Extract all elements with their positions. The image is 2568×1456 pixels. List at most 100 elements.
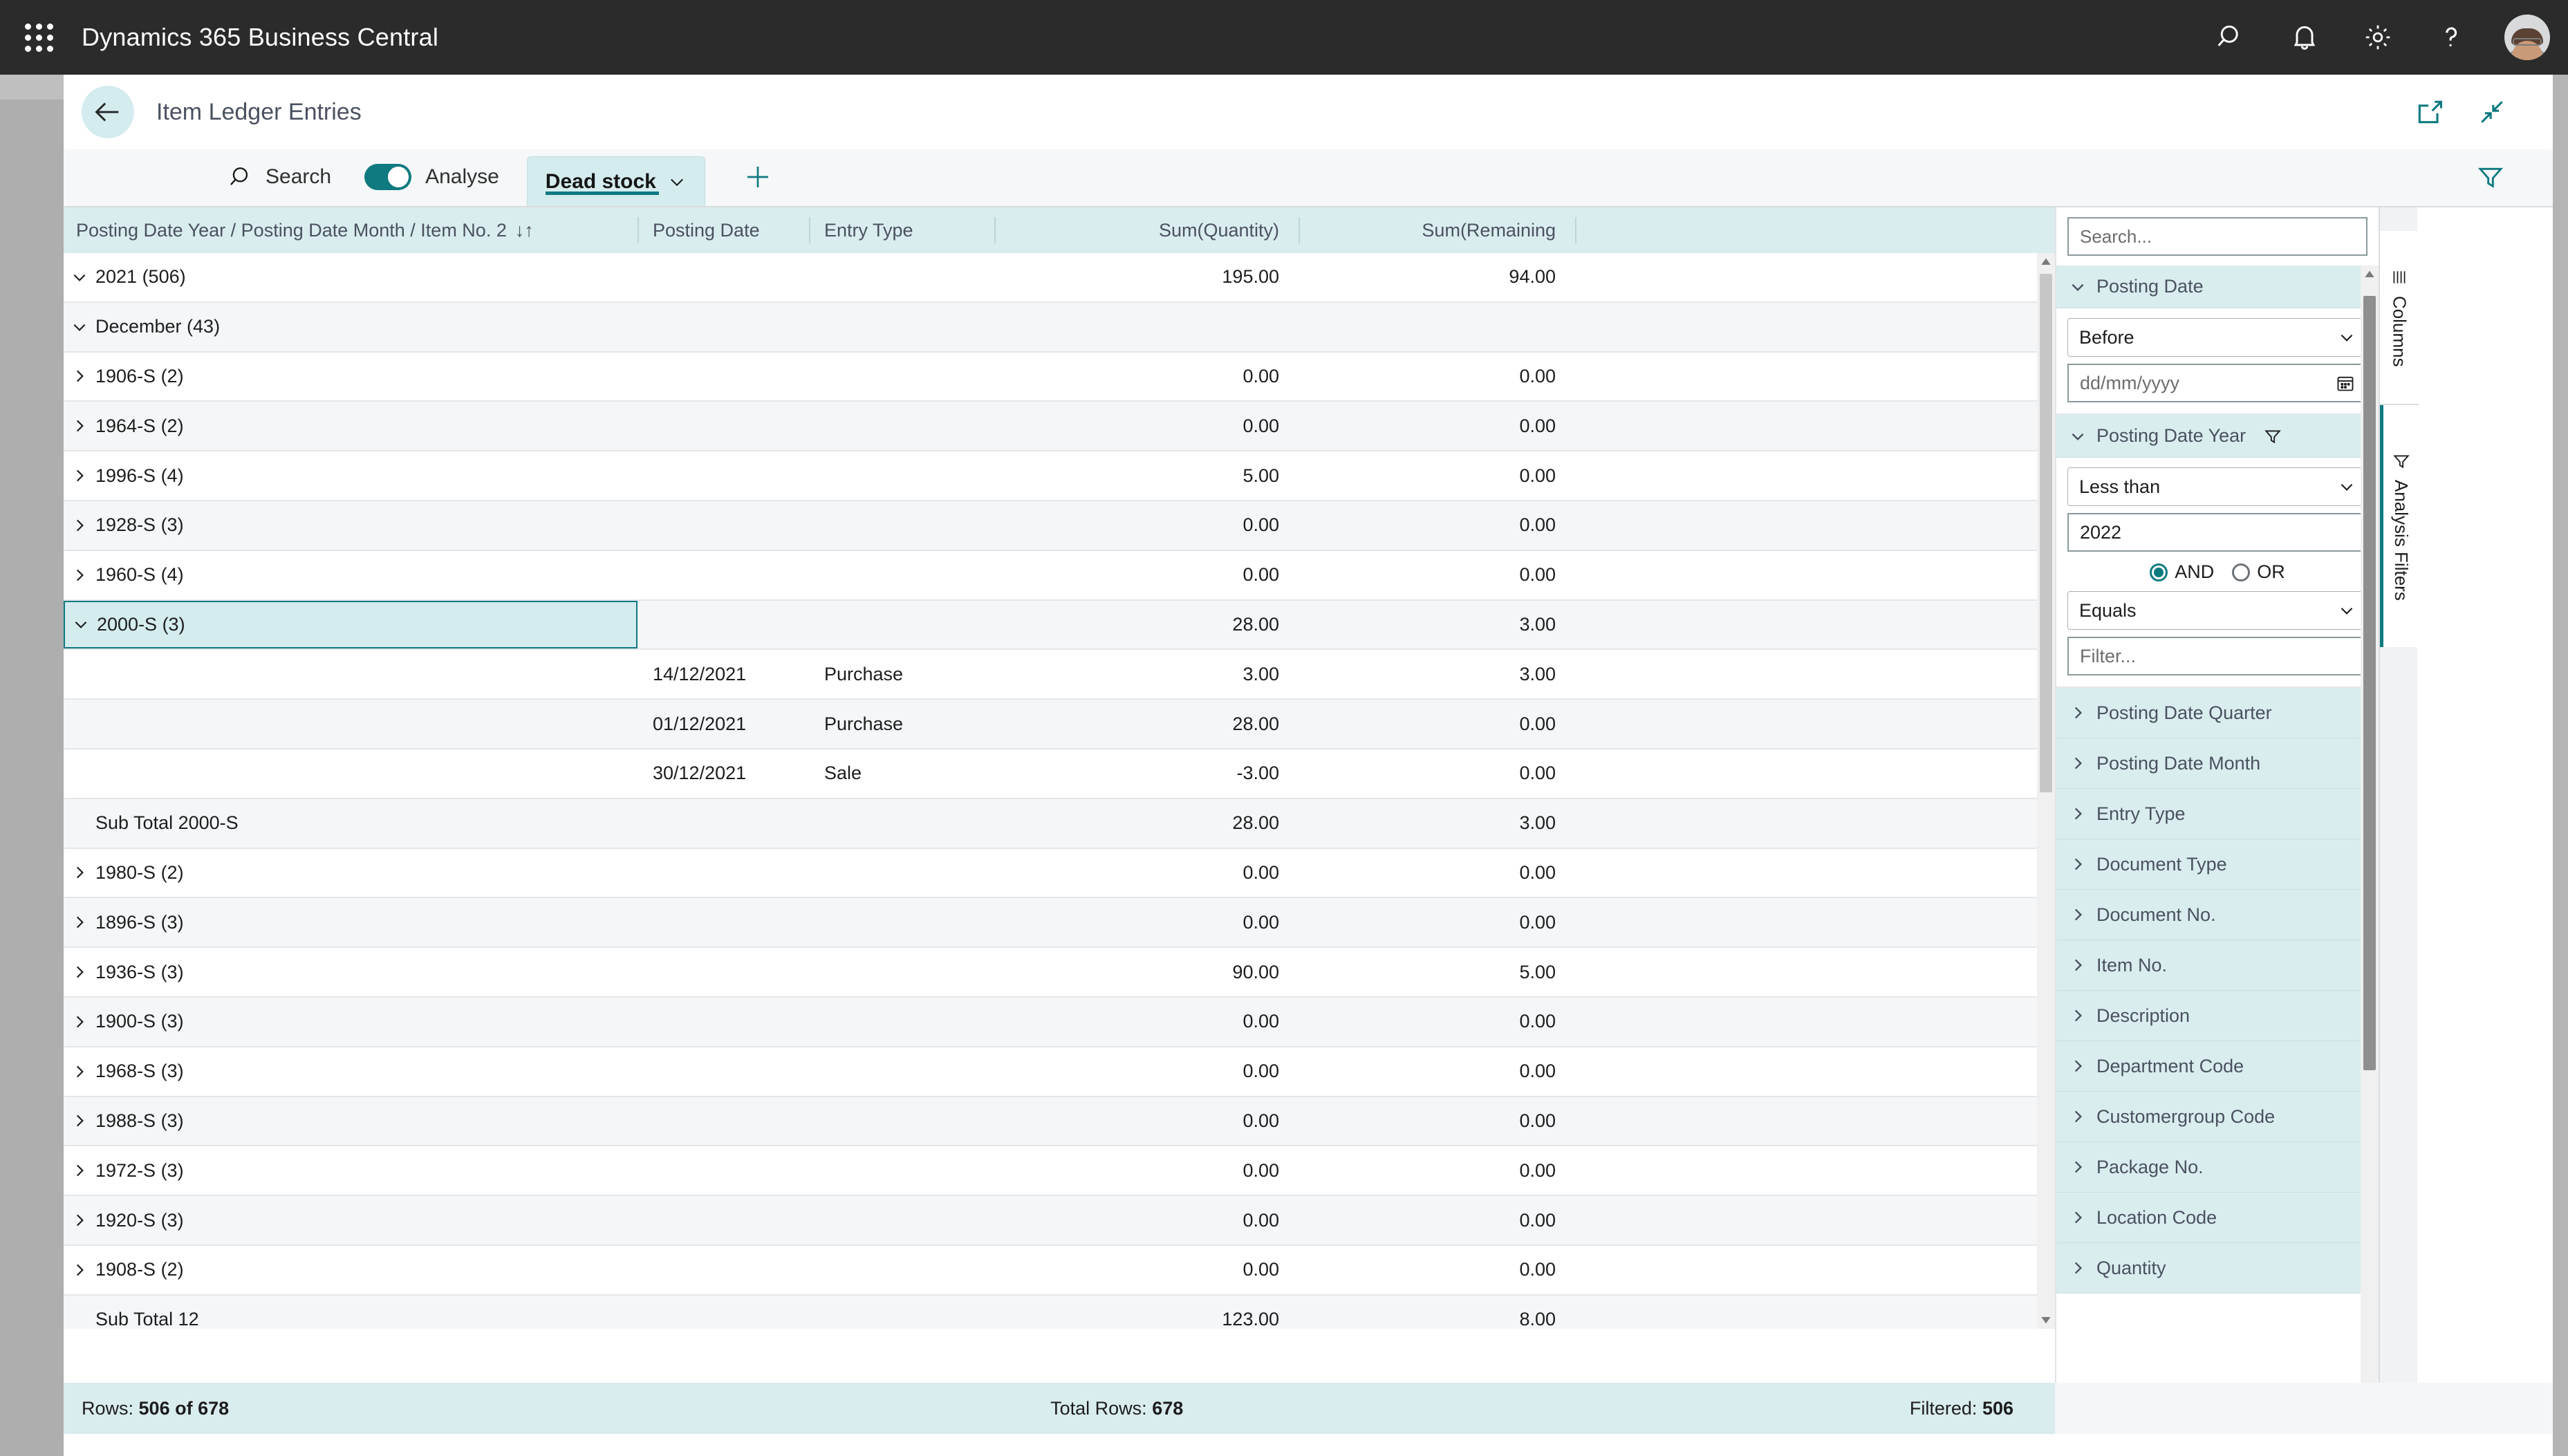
row-expand-chevron-icon[interactable] <box>64 467 95 485</box>
posting-date-year-filter-input[interactable]: Filter... <box>2067 637 2367 675</box>
add-tab-button[interactable] <box>737 148 779 206</box>
cell-group[interactable]: 1908-S (2) <box>64 1246 638 1294</box>
calendar-icon[interactable] <box>2336 373 2355 393</box>
column-header-group[interactable]: Posting Date Year / Posting Date Month /… <box>64 207 638 253</box>
tab-dead-stock[interactable]: Dead stock <box>526 156 705 206</box>
table-row[interactable]: 14/12/2021 Purchase 3.00 3.00 <box>64 650 2055 700</box>
filter-item-entry-type[interactable]: Entry Type <box>2056 789 2379 839</box>
filter-item-package-no[interactable]: Package No. <box>2056 1142 2379 1193</box>
cell-group[interactable]: 1960-S (4) <box>64 551 638 599</box>
cell-group[interactable]: 2000-S (3) <box>64 600 638 649</box>
filter-item-document-type[interactable]: Document Type <box>2056 839 2379 890</box>
table-row[interactable]: Sub Total 2000-S 28.00 3.00 <box>64 799 2055 849</box>
cell-group[interactable]: Sub Total 2000-S <box>64 799 638 848</box>
table-row[interactable]: 30/12/2021 Sale -3.00 0.00 <box>64 749 2055 799</box>
row-expand-chevron-icon[interactable] <box>64 367 95 385</box>
filter-pane-scrollbar[interactable] <box>2361 265 2379 1410</box>
cell-group[interactable]: 1896-S (3) <box>64 898 638 946</box>
cell-group[interactable]: 2021 (506) <box>64 253 638 301</box>
back-arrow-icon[interactable] <box>82 86 134 138</box>
table-row[interactable]: 1964-S (2) 0.00 0.00 <box>64 402 2055 452</box>
row-expand-chevron-icon[interactable] <box>64 516 95 534</box>
cell-group[interactable] <box>64 700 638 748</box>
posting-date-operator-select[interactable]: Before <box>2067 318 2367 357</box>
row-expand-chevron-icon[interactable] <box>64 417 95 435</box>
row-expand-chevron-icon[interactable] <box>64 268 95 286</box>
table-row[interactable]: 1928-S (3) 0.00 0.00 <box>64 501 2055 551</box>
avatar[interactable] <box>2504 15 2550 60</box>
search-icon[interactable] <box>2195 0 2268 75</box>
row-expand-chevron-icon[interactable] <box>64 1013 95 1031</box>
cell-group[interactable] <box>64 650 638 698</box>
filter-item-customergroup-code[interactable]: Customergroup Code <box>2056 1092 2379 1142</box>
row-expand-chevron-icon[interactable] <box>64 913 95 931</box>
chevron-down-icon[interactable] <box>667 172 687 192</box>
row-expand-chevron-icon[interactable] <box>64 566 95 584</box>
row-expand-chevron-icon[interactable] <box>64 1261 95 1279</box>
cell-group[interactable] <box>64 749 638 798</box>
collapse-view-icon[interactable] <box>2473 93 2511 131</box>
cell-group[interactable]: December (43) <box>64 303 638 351</box>
table-row[interactable]: 1960-S (4) 0.00 0.00 <box>64 550 2055 601</box>
gear-icon[interactable] <box>2341 0 2415 75</box>
analyse-toggle[interactable] <box>364 164 412 190</box>
open-in-new-window-icon[interactable] <box>2410 93 2449 131</box>
filter-group-posting-date[interactable]: Posting Date <box>2056 265 2379 308</box>
table-row-selected[interactable]: 2000-S (3) 28.00 3.00 <box>64 600 2055 651</box>
filter-item-posting-date-quarter[interactable]: Posting Date Quarter <box>2056 688 2379 738</box>
tab-columns[interactable]: Columns <box>2380 231 2419 405</box>
column-header-posting-date[interactable]: Posting Date <box>638 207 809 253</box>
table-row[interactable]: 1908-S (2) 0.00 0.00 <box>64 1245 2055 1296</box>
row-expand-chevron-icon[interactable] <box>64 1161 95 1179</box>
cell-group[interactable]: Sub Total 12 <box>64 1296 638 1329</box>
table-row[interactable]: 01/12/2021 Purchase 28.00 0.00 <box>64 700 2055 749</box>
scroll-up-arrow-icon[interactable] <box>2037 253 2055 271</box>
cell-group[interactable]: 1980-S (2) <box>64 849 638 897</box>
filter-item-description[interactable]: Description <box>2056 991 2379 1041</box>
row-expand-chevron-icon[interactable] <box>64 864 95 881</box>
cell-group[interactable]: 1996-S (4) <box>64 451 638 500</box>
question-mark-icon[interactable] <box>2415 0 2488 75</box>
table-row[interactable]: 1972-S (3) 0.00 0.00 <box>64 1146 2055 1197</box>
posting-date-year-value-input[interactable]: 2022 <box>2067 513 2367 552</box>
table-row[interactable]: 1896-S (3) 0.00 0.00 <box>64 898 2055 949</box>
column-header-sum-quantity[interactable]: Sum(Quantity) <box>994 207 1299 253</box>
grid-vertical-scrollbar[interactable] <box>2037 253 2055 1329</box>
cell-group[interactable]: 1964-S (2) <box>64 402 638 450</box>
table-row[interactable]: 1996-S (4) 5.00 0.00 <box>64 451 2055 501</box>
table-row[interactable]: 2021 (506) 195.00 94.00 <box>64 253 2055 303</box>
bell-icon[interactable] <box>2268 0 2341 75</box>
cell-group[interactable]: 1936-S (3) <box>64 948 638 996</box>
radio-and[interactable]: AND <box>2150 561 2214 583</box>
filter-group-posting-date-year[interactable]: Posting Date Year <box>2056 415 2379 458</box>
row-expand-chevron-icon[interactable] <box>64 318 95 336</box>
table-row[interactable]: 1980-S (2) 0.00 0.00 <box>64 848 2055 899</box>
posting-date-year-operator-select[interactable]: Less than <box>2067 467 2367 506</box>
table-row[interactable]: 1988-S (3) 0.00 0.00 <box>64 1096 2055 1147</box>
table-row[interactable]: Sub Total 12 123.00 8.00 <box>64 1295 2055 1329</box>
table-row[interactable]: 1900-S (3) 0.00 0.00 <box>64 997 2055 1047</box>
filter-icon[interactable] <box>2470 156 2511 198</box>
filter-scroll-up-arrow-icon[interactable] <box>2361 265 2379 283</box>
posting-date-year-operator2-select[interactable]: Equals <box>2067 591 2367 630</box>
column-header-entry-type[interactable]: Entry Type <box>809 207 994 253</box>
sort-indicator-icon[interactable]: ↓↑ <box>515 220 534 241</box>
radio-or[interactable]: OR <box>2232 561 2285 583</box>
filter-item-department-code[interactable]: Department Code <box>2056 1041 2379 1092</box>
row-expand-chevron-icon[interactable] <box>64 963 95 981</box>
app-launcher-icon[interactable] <box>17 15 61 59</box>
cell-group[interactable]: 1928-S (3) <box>64 501 638 550</box>
table-row[interactable]: 1906-S (2) 0.00 0.00 <box>64 352 2055 402</box>
filter-item-quantity[interactable]: Quantity <box>2056 1243 2379 1294</box>
cell-group[interactable]: 1906-S (2) <box>64 353 638 401</box>
analyse-toggle-group[interactable]: Analyse <box>364 148 499 206</box>
cell-group[interactable]: 1900-S (3) <box>64 998 638 1046</box>
table-row[interactable]: 1968-S (3) 0.00 0.00 <box>64 1047 2055 1097</box>
grid-scroll-thumb[interactable] <box>2040 274 2052 792</box>
filter-scroll-thumb[interactable] <box>2363 296 2376 1070</box>
filter-item-document-no[interactable]: Document No. <box>2056 890 2379 940</box>
row-expand-chevron-icon[interactable] <box>65 615 97 633</box>
table-row[interactable]: 1920-S (3) 0.00 0.00 <box>64 1196 2055 1246</box>
filter-search-input[interactable] <box>2067 217 2367 256</box>
cell-group[interactable]: 1968-S (3) <box>64 1047 638 1096</box>
